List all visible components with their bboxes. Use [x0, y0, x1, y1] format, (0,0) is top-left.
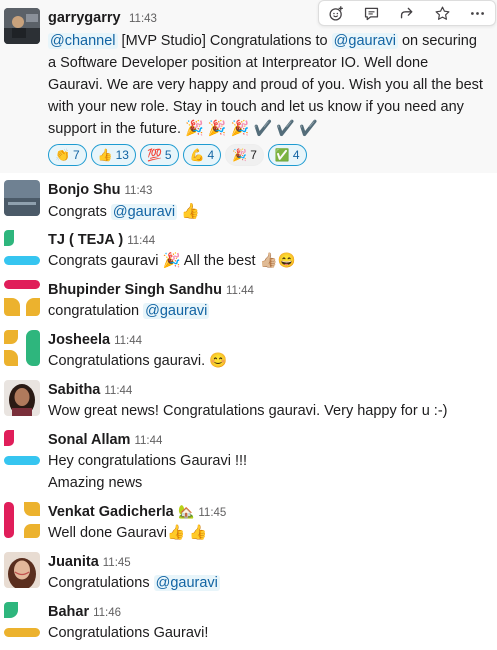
avatar[interactable]: [4, 8, 40, 44]
user-mention[interactable]: @gauravi: [153, 575, 220, 591]
message-text: Congratulations @gauravi: [48, 575, 220, 591]
author-name[interactable]: Venkat Gadicherla: [48, 504, 174, 520]
message-text: Amazing news: [48, 475, 143, 491]
reaction-100[interactable]: 💯 5: [139, 144, 179, 166]
timestamp[interactable]: 11:44: [226, 285, 254, 297]
message-text: Congrats @gauravi 👍: [48, 203, 201, 220]
reaction-bar: 👏 7 👍 13 💯 5 💪 4 🎉 7 ✅ 4: [48, 144, 307, 166]
author-name[interactable]: garrygarry: [48, 10, 121, 26]
reaction-tada[interactable]: 🎉 7: [225, 144, 264, 166]
user-mention[interactable]: @gauravi: [143, 303, 210, 319]
author-name[interactable]: Bonjo Shu: [48, 182, 121, 198]
timestamp[interactable]: 11:43: [129, 13, 157, 25]
timestamp[interactable]: 11:45: [198, 507, 226, 519]
message-line: @channel [MVP Studio] Congratulations to…: [48, 33, 477, 49]
message-text: Congrats gauravi 🎉 All the best 👍🏼😄: [48, 253, 296, 269]
avatar[interactable]: [4, 330, 40, 366]
user-mention[interactable]: @gauravi: [110, 204, 178, 220]
author-name[interactable]: Sonal Allam: [48, 432, 130, 448]
add-reaction-icon[interactable]: [319, 1, 354, 25]
message-text: Congratulations gauravi. 😊: [48, 353, 228, 369]
message-actions-toolbar: [318, 0, 496, 26]
timestamp[interactable]: 11:44: [134, 435, 162, 447]
avatar[interactable]: [4, 230, 40, 266]
reaction-check[interactable]: ✅ 4: [267, 144, 307, 166]
author-name[interactable]: TJ ( TEJA ): [48, 232, 123, 248]
author-name[interactable]: Bhupinder Singh Sandhu: [48, 282, 222, 298]
timestamp[interactable]: 11:45: [103, 557, 131, 569]
message-line: with your new role. Stay in touch and le…: [48, 99, 464, 115]
channel-mention[interactable]: @channel: [48, 33, 118, 49]
timestamp[interactable]: 11:46: [93, 607, 121, 619]
timestamp[interactable]: 11:44: [114, 335, 142, 347]
message-text: Hey congratulations Gauravi !!!: [48, 453, 248, 469]
reply-thread-icon[interactable]: [354, 1, 389, 25]
avatar[interactable]: [4, 430, 40, 466]
avatar[interactable]: [4, 180, 40, 216]
timestamp[interactable]: 11:43: [125, 185, 153, 197]
more-actions-icon[interactable]: [460, 1, 495, 25]
share-message-icon[interactable]: [389, 1, 424, 25]
timestamp[interactable]: 11:44: [127, 235, 155, 247]
user-mention[interactable]: @gauravi: [331, 33, 398, 49]
avatar[interactable]: [4, 380, 40, 416]
avatar[interactable]: [4, 552, 40, 588]
author-name[interactable]: Juanita: [48, 554, 99, 570]
inline-emojis: 🎉 🎉 🎉 ✔️ ✔️ ✔️: [185, 120, 318, 137]
author-name[interactable]: Sabitha: [48, 382, 100, 398]
save-star-icon[interactable]: [425, 1, 460, 25]
reaction-muscle[interactable]: 💪 4: [182, 144, 222, 166]
reaction-clap[interactable]: 👏 7: [48, 144, 87, 166]
message-text: Congratulations Gauravi!: [48, 625, 209, 641]
message-text: Well done Gauravi👍 👍: [48, 525, 208, 541]
author-name[interactable]: Josheela: [48, 332, 110, 348]
avatar[interactable]: [4, 602, 40, 638]
message-text: congratulation @gauravi: [48, 303, 210, 319]
timestamp[interactable]: 11:44: [104, 385, 132, 397]
author-name[interactable]: Bahar: [48, 604, 89, 620]
message-line: support in the future. 🎉 🎉 🎉 ✔️ ✔️ ✔️: [48, 120, 318, 137]
status-badge: 🏡: [178, 504, 195, 519]
avatar[interactable]: [4, 280, 40, 316]
avatar[interactable]: [4, 502, 40, 538]
message-line: a Software Developer position at Interpr…: [48, 55, 429, 71]
message-line: Gauravi. We are very happy and proud of …: [48, 77, 483, 93]
message-text: Wow great news! Congratulations gauravi.…: [48, 403, 448, 419]
reaction-thumbsup[interactable]: 👍 13: [90, 144, 136, 166]
